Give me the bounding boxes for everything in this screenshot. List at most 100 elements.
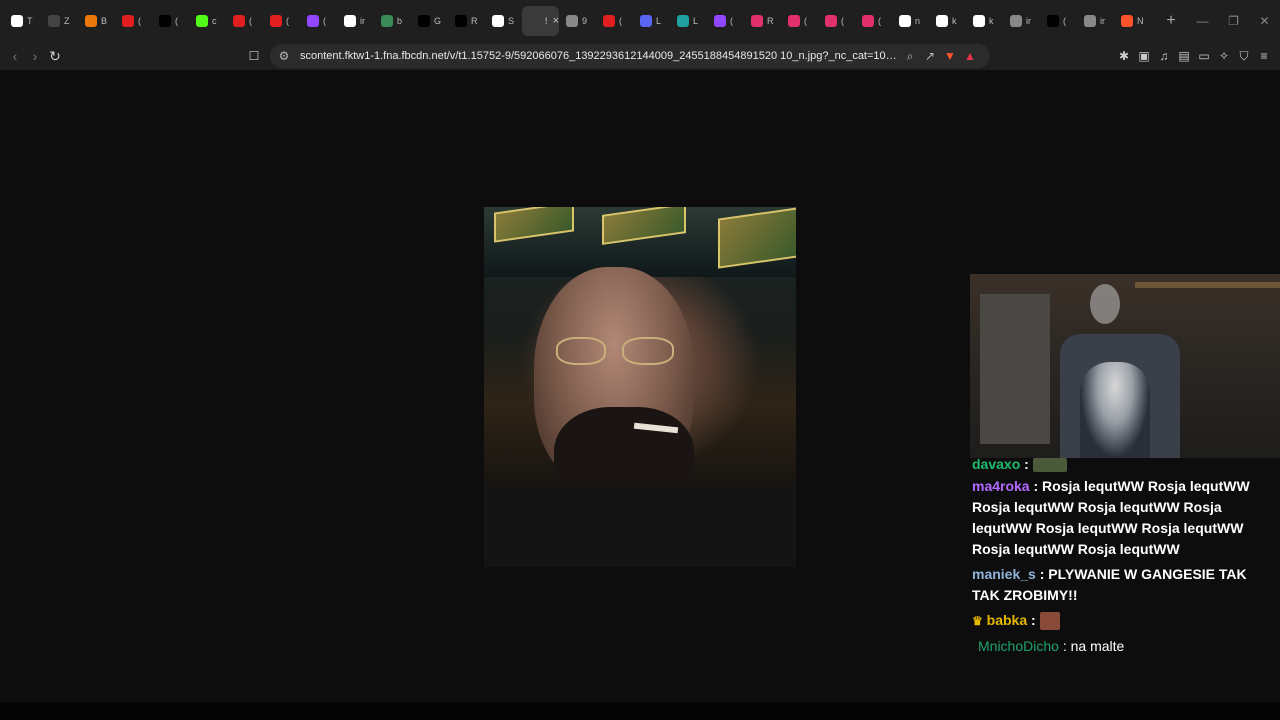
chat-message: ma4roka : Rosja lequtWW Rosja lequtWW Ro… [972, 476, 1278, 560]
browser-tab[interactable]: n [892, 6, 929, 36]
menu-icon[interactable]: ≡ [1254, 49, 1274, 63]
wallet-icon[interactable]: ▭ [1194, 49, 1214, 63]
browser-tab[interactable]: k [929, 6, 966, 36]
instagram-icon [788, 15, 800, 27]
browser-tab[interactable]: L [633, 6, 670, 36]
tab-title: ( [804, 16, 807, 26]
tab-title: ( [323, 16, 326, 26]
tab-title: 9 [582, 16, 588, 26]
browser-tab[interactable]: G [411, 6, 448, 36]
tab-title: Z [64, 16, 70, 26]
browser-tab[interactable]: ( [263, 6, 300, 36]
browser-tab[interactable]: ir [1003, 6, 1040, 36]
browser-tab[interactable]: ( [855, 6, 892, 36]
tab-title: n [915, 16, 921, 26]
screenshot-icon[interactable]: ▣ [1134, 49, 1154, 63]
site-settings-icon[interactable]: ⚙ [274, 49, 294, 63]
google-icon [344, 15, 356, 27]
close-window-icon[interactable]: ✕ [1249, 14, 1280, 28]
chat-message: davaxo : [972, 454, 1278, 475]
discord-icon [640, 15, 652, 27]
x-icon [455, 15, 467, 27]
tab-title: N [1137, 16, 1144, 26]
browser-tab[interactable]: ( [152, 6, 189, 36]
brave-icon [11, 15, 23, 27]
browser-tab[interactable]: ir [337, 6, 374, 36]
browser-tab[interactable]: Z [41, 6, 78, 36]
bookmark-icon[interactable]: ☐ [244, 46, 264, 66]
browser-tab[interactable]: ( [707, 6, 744, 36]
chat-message: MnichoDicho : na malte [978, 636, 1280, 657]
tab-title: b [397, 16, 403, 26]
browser-tab[interactable]: b [374, 6, 411, 36]
tab-title: T [27, 16, 33, 26]
chat-separator: : [1058, 638, 1071, 654]
browser-tab[interactable]: ( [818, 6, 855, 36]
tab-title: ( [286, 16, 289, 26]
browser-tab[interactable]: R [744, 6, 781, 36]
vpn-icon[interactable]: ⛉ [1234, 49, 1254, 64]
browser-tab[interactable]: ( [226, 6, 263, 36]
sidebar-icon[interactable]: ▤ [1174, 49, 1194, 63]
browser-tab[interactable]: c [189, 6, 226, 36]
browser-tab[interactable]: ( [596, 6, 633, 36]
tab-title: k [989, 16, 994, 26]
browser-tab[interactable]: R [448, 6, 485, 36]
globe-icon [1084, 15, 1096, 27]
tab-title: ( [841, 16, 844, 26]
google-icon [899, 15, 911, 27]
chat-overlay: davaxo : ma4roka : Rosja lequtWW Rosja l… [970, 454, 1280, 664]
browser-tab[interactable]: ( [300, 6, 337, 36]
chat-username: MnichoDicho [978, 638, 1059, 654]
browser-tab[interactable]: 9 [559, 6, 596, 36]
viewed-image[interactable] [484, 207, 796, 567]
tab-title: ( [730, 16, 733, 26]
emote-icon [1032, 458, 1067, 473]
address-bar[interactable]: ⚙ scontent.fktw1-1.fna.fbcdn.net/v/t1.15… [270, 44, 990, 68]
brave-shields-icon[interactable]: ▼ [940, 49, 960, 63]
orange-icon [85, 15, 97, 27]
tab-title: L [656, 16, 662, 26]
twitch-icon [714, 15, 726, 27]
window-controls: — ❐ ✕ [1187, 0, 1280, 42]
reload-icon[interactable]: ↻ [45, 46, 65, 66]
browser-tab[interactable]: B [78, 6, 115, 36]
none [529, 15, 541, 27]
zoom-icon[interactable]: ⌕ [900, 49, 920, 64]
tab-title: ( [249, 16, 252, 26]
browser-tab[interactable]: ( [115, 6, 152, 36]
stream-window [980, 294, 1050, 444]
youtube-icon [603, 15, 615, 27]
tab-title: ( [1063, 16, 1066, 26]
chat-separator: : [1035, 566, 1049, 582]
browser-tab[interactable]: T [4, 6, 41, 36]
forward-icon[interactable]: › [25, 46, 45, 66]
tab-title: c [212, 16, 217, 26]
youtube-icon [122, 15, 134, 27]
chat-text: na malte [1070, 638, 1125, 654]
tab-title: ( [619, 16, 622, 26]
loading-icon [677, 15, 689, 27]
browser-tab[interactable]: S [485, 6, 522, 36]
new-tab-button[interactable]: + [1159, 9, 1183, 33]
image-glasses-left [556, 337, 606, 365]
minimize-icon[interactable]: — [1187, 14, 1218, 28]
browser-tab[interactable]: k [966, 6, 1003, 36]
globe-icon [1010, 15, 1022, 27]
browser-tab[interactable]: N [1114, 6, 1151, 36]
browser-tab[interactable]: 5× [522, 6, 559, 36]
extensions-icon[interactable]: ✱ [1114, 49, 1134, 63]
share-icon[interactable]: ↗ [920, 49, 940, 63]
image-shirt [484, 487, 796, 567]
brave-rewards-icon[interactable]: ▲ [960, 49, 980, 63]
restore-icon[interactable]: ❐ [1218, 14, 1249, 28]
back-icon[interactable]: ‹ [5, 46, 25, 66]
browser-tab[interactable]: ( [781, 6, 818, 36]
browser-tab[interactable]: L [670, 6, 707, 36]
tab-title: ( [175, 16, 178, 26]
browser-tab[interactable]: ir [1077, 6, 1114, 36]
media-icon[interactable]: ♫ [1154, 49, 1174, 63]
leo-icon[interactable]: ✧ [1214, 49, 1234, 63]
url-text[interactable]: scontent.fktw1-1.fna.fbcdn.net/v/t1.1575… [300, 50, 900, 62]
browser-tab[interactable]: ( [1040, 6, 1077, 36]
